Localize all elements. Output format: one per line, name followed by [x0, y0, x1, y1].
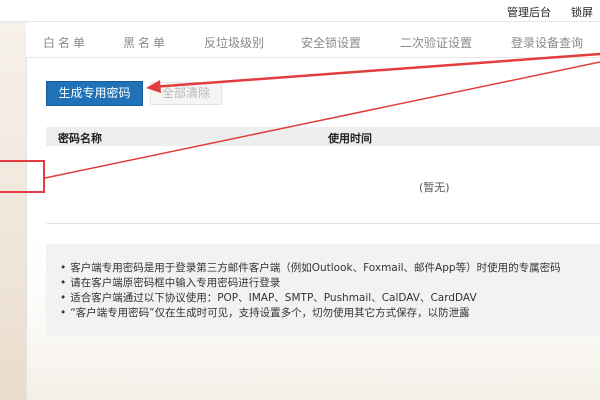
lock-screen-link[interactable]: 锁屏	[571, 4, 593, 20]
left-divider	[26, 22, 27, 400]
tab-two-step-verification[interactable]: 二次验证设置	[400, 34, 472, 51]
note-item: “客户端专用密码”仅在生成时可见，支持设置多个，切勿使用其它方式保存，以防泄露	[60, 306, 561, 321]
column-header-password-name: 密码名称	[58, 132, 102, 145]
notes-list: 客户端专用密码是用于登录第三方邮件客户端（例如Outlook、Foxmail、邮…	[60, 261, 561, 321]
admin-console-link[interactable]: 管理后台	[507, 4, 551, 20]
left-background-strip	[0, 22, 26, 400]
note-item: 适合客户端通过以下协议使用：POP、IMAP、SMTP、Pushmail、Cal…	[60, 291, 561, 306]
notes-box: 客户端专用密码是用于登录第三方邮件客户端（例如Outlook、Foxmail、邮…	[46, 244, 600, 336]
note-item: 客户端专用密码是用于登录第三方邮件客户端（例如Outlook、Foxmail、邮…	[60, 261, 560, 276]
note-item: 请在客户端原密码框中输入专用密码进行登录	[60, 276, 561, 291]
tab-security-lock[interactable]: 安全锁设置	[301, 34, 361, 51]
settings-tabs: 白名单 黑名单 反垃圾级别 安全锁设置 二次验证设置 登录设备查询	[26, 22, 600, 58]
empty-state-text: (暂无)	[419, 181, 450, 194]
tab-blacklist[interactable]: 黑名单	[123, 34, 168, 51]
annotation-highlight-box	[0, 160, 45, 193]
top-header: 管理后台 锁屏	[0, 0, 600, 22]
column-header-usage-time: 使用时间	[328, 132, 372, 145]
tab-login-devices[interactable]: 登录设备查询	[511, 34, 583, 51]
table-body: (暂无)	[46, 146, 600, 224]
tab-whitelist[interactable]: 白名单	[43, 34, 88, 51]
generate-password-button[interactable]: 生成专用密码	[46, 81, 143, 106]
clear-all-button[interactable]: 全部清除	[150, 82, 222, 105]
table-header: 密码名称 使用时间	[46, 127, 600, 146]
tab-spam-level[interactable]: 反垃圾级别	[204, 34, 264, 51]
